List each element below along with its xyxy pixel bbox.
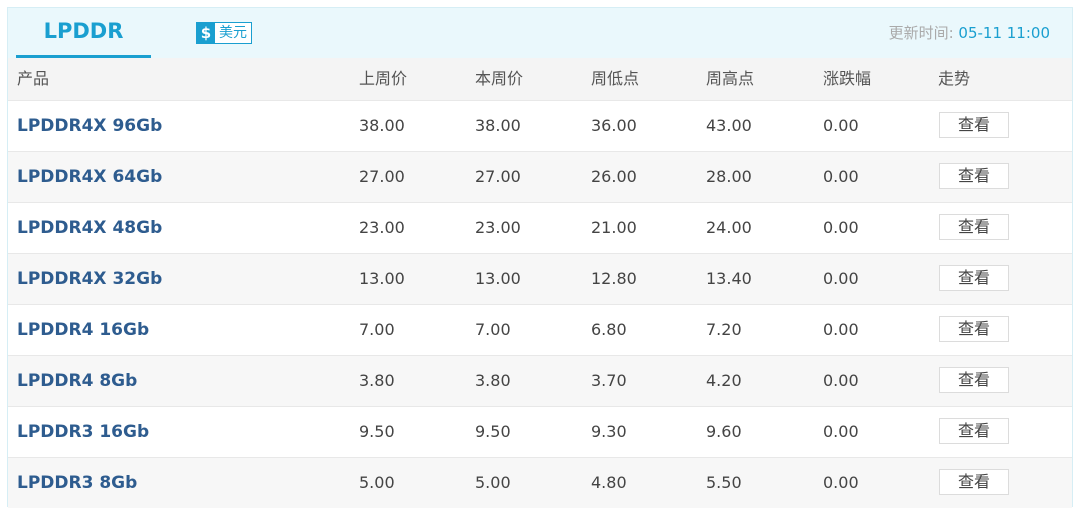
column-header-product: 产品 [17,69,50,88]
price-change: 0.00 [823,116,859,135]
product-link[interactable]: LPDDR4X 96Gb [17,101,162,151]
price-change: 0.00 [823,422,859,441]
table-body: LPDDR4X 96Gb 38.00 38.00 36.00 43.00 0.0… [8,100,1072,508]
week-low: 3.70 [591,371,627,390]
this-week-price: 23.00 [475,218,521,237]
view-trend-button[interactable]: 查看 [939,265,1009,291]
week-high: 5.50 [706,473,742,492]
this-week-price: 9.50 [475,422,511,441]
week-high: 43.00 [706,116,752,135]
update-time-value: 05-11 11:00 [958,24,1050,42]
currency-toggle[interactable]: $ 美元 [196,22,252,44]
this-week-price: 7.00 [475,320,511,339]
last-week-price: 5.00 [359,473,395,492]
product-link[interactable]: LPDDR4 8Gb [17,356,137,406]
week-low: 21.00 [591,218,637,237]
week-low: 6.80 [591,320,627,339]
week-low: 12.80 [591,269,637,288]
last-week-price: 13.00 [359,269,405,288]
currency-label: 美元 [215,23,251,43]
week-low: 9.30 [591,422,627,441]
column-header-last-week-price: 上周价 [359,69,408,88]
view-trend-button[interactable]: 查看 [939,418,1009,444]
product-link[interactable]: LPDDR4 16Gb [17,305,149,355]
week-high: 24.00 [706,218,752,237]
tab-lpddr[interactable]: LPDDR [16,8,151,58]
view-trend-button[interactable]: 查看 [939,163,1009,189]
this-week-price: 27.00 [475,167,521,186]
price-change: 0.00 [823,371,859,390]
week-low: 26.00 [591,167,637,186]
product-link[interactable]: LPDDR4X 48Gb [17,203,162,253]
view-trend-button[interactable]: 查看 [939,112,1009,138]
product-link[interactable]: LPDDR4X 64Gb [17,152,162,202]
week-high: 9.60 [706,422,742,441]
table-row: LPDDR3 16Gb 9.50 9.50 9.30 9.60 0.00 查看 [8,406,1072,457]
product-link[interactable]: LPDDR3 8Gb [17,458,137,508]
column-header-week-high: 周高点 [706,69,755,88]
last-week-price: 3.80 [359,371,395,390]
dollar-icon: $ [197,23,215,43]
price-change: 0.00 [823,269,859,288]
this-week-price: 3.80 [475,371,511,390]
column-header-trend: 走势 [938,69,971,88]
product-link[interactable]: LPDDR4X 32Gb [17,254,162,304]
price-change: 0.00 [823,320,859,339]
table-row: LPDDR4X 64Gb 27.00 27.00 26.00 28.00 0.0… [8,151,1072,202]
table-row: LPDDR4X 48Gb 23.00 23.00 21.00 24.00 0.0… [8,202,1072,253]
week-high: 28.00 [706,167,752,186]
last-week-price: 23.00 [359,218,405,237]
view-trend-button[interactable]: 查看 [939,214,1009,240]
table-row: LPDDR3 8Gb 5.00 5.00 4.80 5.50 0.00 查看 [8,457,1072,508]
week-high: 4.20 [706,371,742,390]
price-panel: LPDDR $ 美元 更新时间: 05-11 11:00 产品 上周价 本周价 … [7,7,1073,508]
price-change: 0.00 [823,167,859,186]
price-change: 0.00 [823,218,859,237]
last-week-price: 7.00 [359,320,395,339]
table-row: LPDDR4X 96Gb 38.00 38.00 36.00 43.00 0.0… [8,100,1072,151]
update-time-label: 更新时间: [888,24,959,42]
last-week-price: 38.00 [359,116,405,135]
table-header: 产品 上周价 本周价 周低点 周高点 涨跌幅 走势 [8,58,1072,100]
table-row: LPDDR4 16Gb 7.00 7.00 6.80 7.20 0.00 查看 [8,304,1072,355]
week-high: 13.40 [706,269,752,288]
table-row: LPDDR4 8Gb 3.80 3.80 3.70 4.20 0.00 查看 [8,355,1072,406]
last-week-price: 27.00 [359,167,405,186]
view-trend-button[interactable]: 查看 [939,316,1009,342]
this-week-price: 5.00 [475,473,511,492]
update-time-display: 更新时间: 05-11 11:00 [889,8,1050,58]
this-week-price: 38.00 [475,116,521,135]
product-link[interactable]: LPDDR3 16Gb [17,407,149,457]
column-header-change: 涨跌幅 [823,69,872,88]
this-week-price: 13.00 [475,269,521,288]
last-week-price: 9.50 [359,422,395,441]
column-header-week-low: 周低点 [591,69,640,88]
column-header-this-week-price: 本周价 [475,69,524,88]
week-high: 7.20 [706,320,742,339]
week-low: 36.00 [591,116,637,135]
table-row: LPDDR4X 32Gb 13.00 13.00 12.80 13.40 0.0… [8,253,1072,304]
price-change: 0.00 [823,473,859,492]
view-trend-button[interactable]: 查看 [939,367,1009,393]
panel-header: LPDDR $ 美元 更新时间: 05-11 11:00 [8,8,1072,58]
view-trend-button[interactable]: 查看 [939,469,1009,495]
week-low: 4.80 [591,473,627,492]
